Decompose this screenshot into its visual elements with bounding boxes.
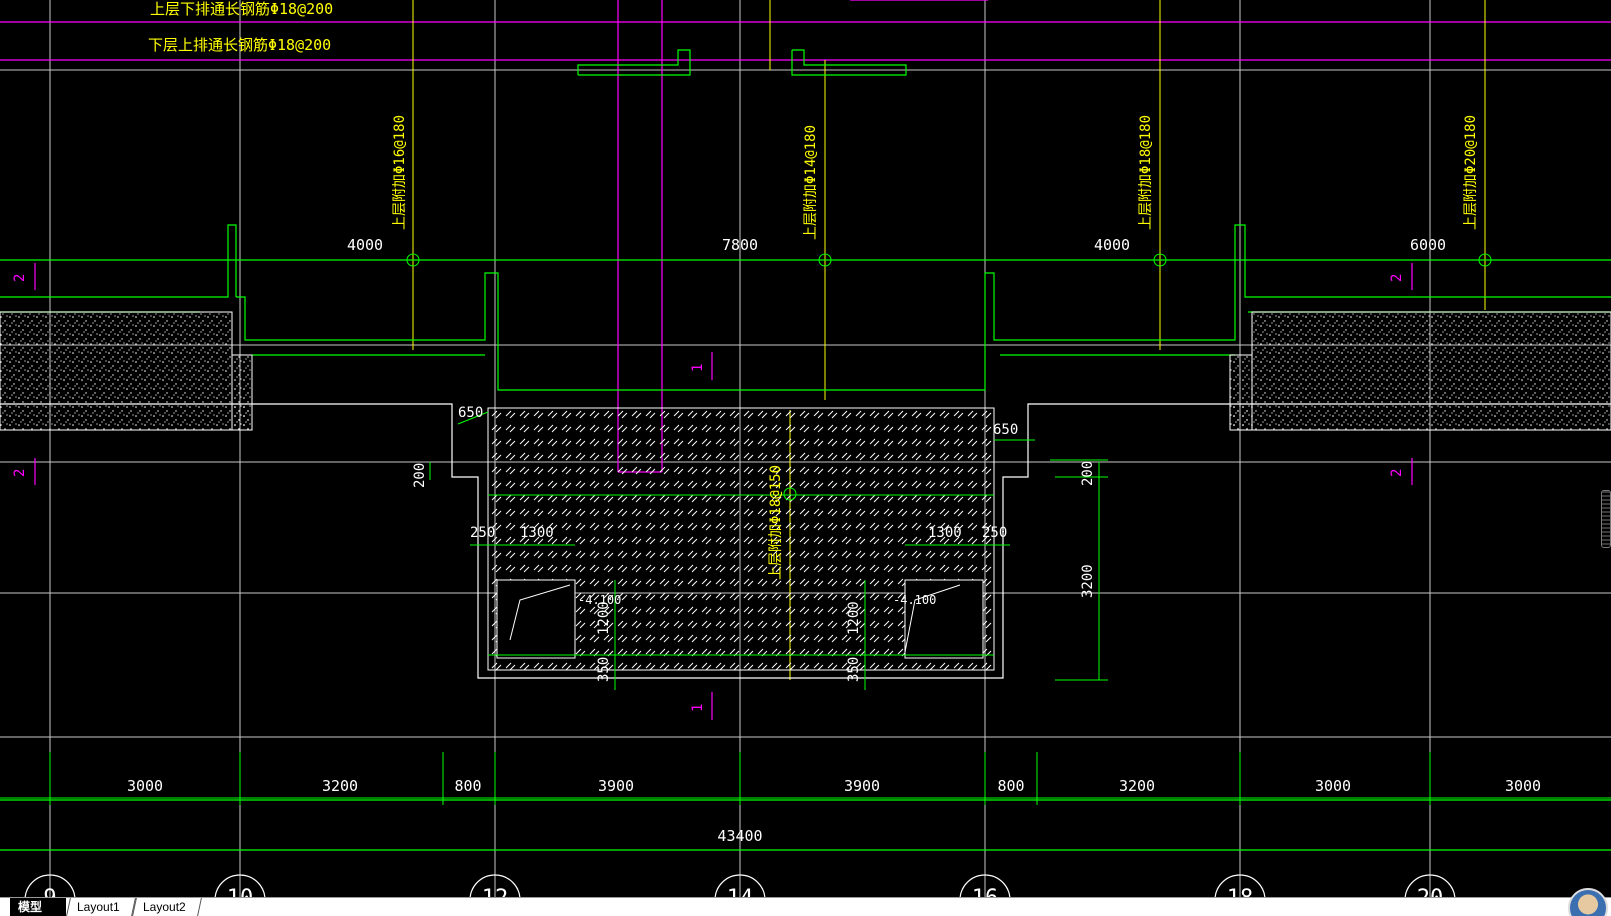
cad-application: 9 10 12 14 16 18 20 上层下排通长钢筋Φ18@200 下层上排… [0, 0, 1611, 916]
dim-1300: 1300 [520, 525, 554, 541]
rebar-label-center: 上层附加Φ18@150 [768, 465, 784, 580]
axis-label: 9 [43, 886, 56, 897]
section-mark-2: 2 [1389, 469, 1405, 477]
bottom-dim: 3900 [844, 777, 880, 795]
bottom-dim: 3200 [322, 777, 358, 795]
rebar-label-14: 上层附加Φ14@180 [803, 125, 819, 240]
tab-model[interactable]: 模型 [10, 898, 66, 916]
tab-layout2-label: Layout2 [143, 900, 186, 914]
bottom-dim: 800 [454, 777, 481, 795]
section-mark-2: 2 [1389, 274, 1405, 282]
axis-label: 12 [482, 886, 509, 897]
span-dim: 4000 [1094, 236, 1130, 254]
elevation-label: -4.100 [893, 593, 936, 607]
rebar-label-18: 上层附加Φ18@180 [1138, 115, 1154, 230]
axis-label: 16 [972, 886, 999, 897]
hatched-slab-left [0, 311, 253, 431]
dim-1300: 1300 [928, 525, 962, 541]
dim-350: 350 [596, 657, 612, 682]
dim-1200: 1200 [846, 601, 862, 635]
tab-layout1[interactable]: Layout1 [66, 898, 136, 916]
bottom-dim: 3900 [598, 777, 634, 795]
dim-350: 350 [846, 657, 862, 682]
span-dim: 6000 [1410, 236, 1446, 254]
bottom-dim: 3200 [1119, 777, 1155, 795]
dim-650: 650 [458, 405, 483, 421]
bottom-dim: 3000 [1505, 777, 1541, 795]
axis-label: 10 [227, 886, 254, 897]
hatched-slab-right [1229, 311, 1611, 431]
section-mark-1: 1 [690, 704, 706, 712]
bottom-dimensions: 3000 3200 800 3900 3900 800 3200 3000 30… [127, 777, 1541, 845]
bottom-dim: 3000 [127, 777, 163, 795]
bottom-dim: 3000 [1315, 777, 1351, 795]
rebar-label-20: 上层附加Φ20@180 [1463, 115, 1479, 230]
axis-label: 18 [1227, 886, 1254, 897]
axis-bubble-labels: 9 10 12 14 16 18 20 [43, 886, 1443, 897]
span-dimensions: 4000 7800 4000 6000 [347, 236, 1446, 254]
span-dim: 7800 [722, 236, 758, 254]
bottom-dim: 800 [997, 777, 1024, 795]
drawing-canvas[interactable]: 9 10 12 14 16 18 20 上层下排通长钢筋Φ18@200 下层上排… [0, 0, 1611, 897]
dim-3200: 3200 [1080, 564, 1096, 598]
total-dimension: 43400 [717, 827, 762, 845]
layout-tab-bar: 模型 Layout1 Layout2 [0, 897, 1611, 916]
dim-250: 250 [982, 525, 1007, 541]
central-pit [0, 403, 1611, 679]
rebar-label-16: 上层附加Φ16@180 [392, 115, 408, 230]
dim-200: 200 [1080, 461, 1096, 486]
scroll-grip[interactable] [1601, 490, 1611, 548]
note-lower-upper: 下层上排通长钢筋Φ18@200 [148, 36, 331, 54]
dim-250: 250 [470, 525, 495, 541]
section-mark-2: 2 [12, 274, 28, 282]
dim-650: 650 [993, 422, 1018, 438]
tab-model-label: 模型 [18, 900, 43, 914]
dim-200: 200 [412, 463, 428, 488]
section-mark-1: 1 [690, 364, 706, 372]
note-upper-lower: 上层下排通长钢筋Φ18@200 [150, 0, 333, 18]
tab-layout2[interactable]: Layout2 [132, 898, 202, 916]
tab-layout1-label: Layout1 [77, 900, 120, 914]
axis-label: 14 [727, 886, 754, 897]
top-notes: 上层下排通长钢筋Φ18@200 下层上排通长钢筋Φ18@200 [148, 0, 333, 54]
span-dim: 4000 [347, 236, 383, 254]
axis-label: 20 [1417, 886, 1444, 897]
section-mark-2: 2 [12, 469, 28, 477]
elevation-label: -4.100 [578, 593, 621, 607]
